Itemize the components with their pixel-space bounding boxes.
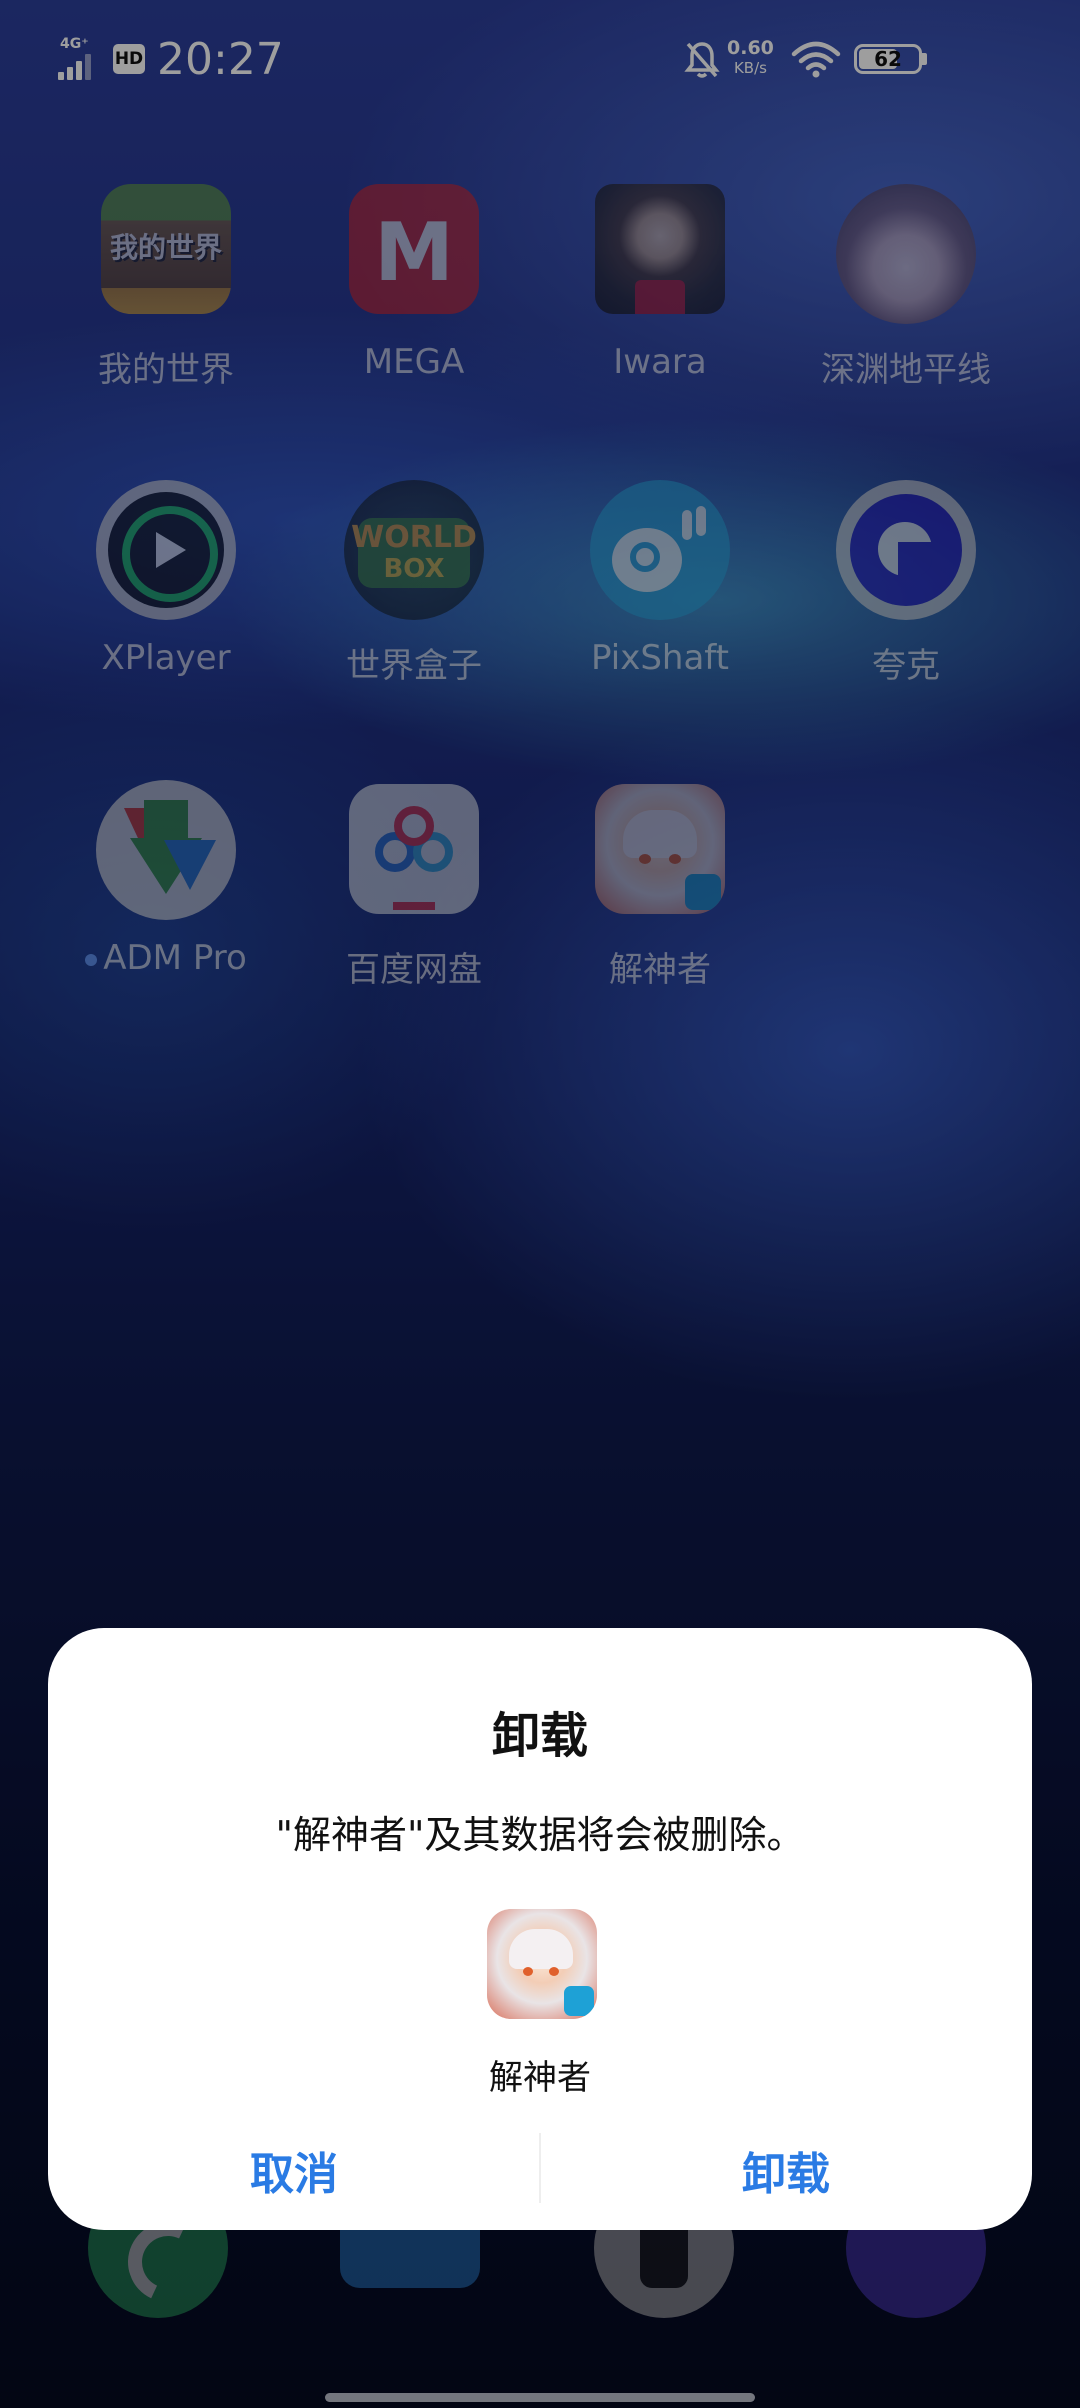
- dialog-title: 卸载: [491, 1708, 588, 1764]
- dialog-app-name: 解神者: [489, 2058, 591, 2098]
- uninstall-dialog: 卸载 "解神者"及其数据将会被删除。 解神者 取消 卸载: [48, 1628, 1032, 2230]
- dialog-message: "解神者"及其数据将会被删除。: [275, 1813, 805, 1857]
- x-epic-icon: [487, 1909, 597, 2019]
- cancel-button[interactable]: 取消: [48, 2120, 540, 2230]
- uninstall-button[interactable]: 卸载: [540, 2120, 1032, 2230]
- bilibili-badge-icon: [564, 1986, 594, 2016]
- gesture-navigation-bar[interactable]: [325, 2393, 755, 2402]
